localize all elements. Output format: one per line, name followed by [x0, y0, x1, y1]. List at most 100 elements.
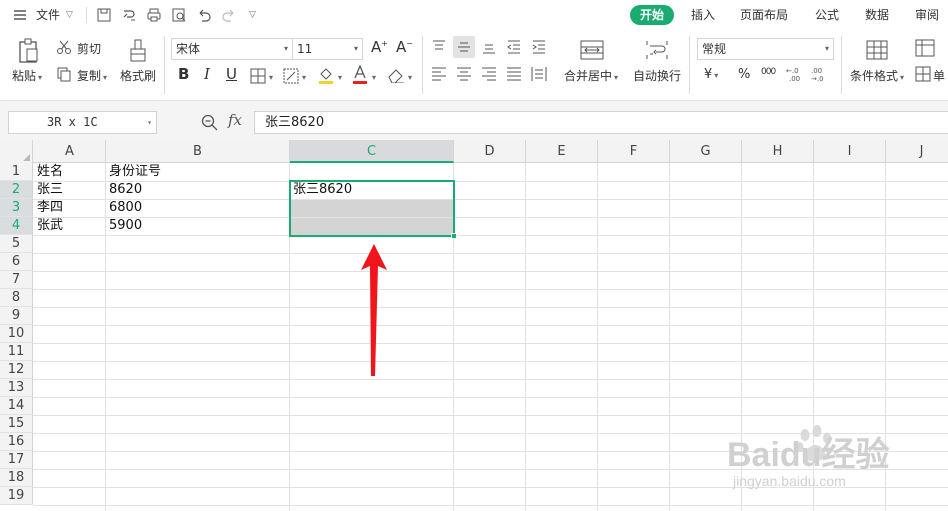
formula-input[interactable]: 张三8620	[254, 111, 948, 134]
align-bottom-icon[interactable]	[481, 40, 497, 54]
cut-button[interactable]: 剪切	[77, 40, 101, 57]
chevron-down-icon[interactable]: ▾	[267, 69, 273, 83]
cell-b4[interactable]: 5900	[106, 217, 142, 235]
font-size-select[interactable]: 11 ▾	[292, 38, 363, 60]
tab-insert[interactable]: 插入	[691, 5, 715, 25]
align-middle-icon[interactable]	[453, 36, 475, 58]
print-icon[interactable]	[146, 7, 162, 23]
row-header-3[interactable]: 3	[0, 199, 33, 217]
row-header-8[interactable]: 8	[0, 289, 33, 307]
tab-formulas[interactable]: 公式	[815, 5, 839, 25]
row-header-12[interactable]: 12	[0, 361, 33, 379]
cell-style-button[interactable]: 单	[933, 67, 945, 84]
tab-home[interactable]: 开始	[630, 5, 675, 25]
cell-a2[interactable]: 张三	[34, 181, 63, 199]
row-header-17[interactable]: 17	[0, 451, 33, 469]
copy-button[interactable]: 复制 ▾	[77, 67, 107, 84]
conditional-format-icon[interactable]	[866, 40, 888, 60]
align-top-icon[interactable]	[431, 40, 447, 54]
column-header-g[interactable]: G	[670, 140, 742, 163]
chevron-down-icon[interactable]: ▾	[336, 69, 342, 83]
bold-icon[interactable]: B	[178, 65, 189, 83]
column-header-c[interactable]: C	[290, 140, 454, 163]
tab-data[interactable]: 数据	[865, 5, 889, 25]
undo-export-icon[interactable]	[121, 7, 137, 23]
table-style-icon[interactable]	[915, 39, 935, 57]
chevron-down-icon[interactable]: ▾	[406, 69, 412, 83]
align-right-icon[interactable]	[481, 67, 497, 81]
italic-icon[interactable]: I	[204, 65, 210, 83]
align-left-icon[interactable]	[431, 67, 447, 81]
cell-a1[interactable]: 姓名	[34, 163, 63, 181]
decrease-indent-icon[interactable]	[506, 40, 522, 54]
row-header-9[interactable]: 9	[0, 307, 33, 325]
column-header-f[interactable]: F	[598, 140, 670, 163]
cell-b1[interactable]: 身份证号	[106, 163, 161, 181]
customize-toolbar-icon[interactable]: ▽	[249, 0, 256, 30]
tab-review[interactable]: 审阅	[915, 5, 939, 25]
undo-icon[interactable]	[196, 7, 212, 23]
zoom-search-icon[interactable]	[201, 114, 218, 131]
wrap-text-button[interactable]: 自动换行	[633, 67, 681, 84]
row-header-15[interactable]: 15	[0, 415, 33, 433]
fx-icon[interactable]: fx	[228, 111, 242, 129]
row-header-4[interactable]: 4	[0, 217, 33, 235]
select-all-corner[interactable]	[0, 140, 33, 163]
column-header-j[interactable]: J	[886, 140, 948, 163]
percent-icon[interactable]: %	[738, 67, 750, 82]
underline-icon[interactable]: U	[226, 65, 237, 83]
chevron-down-icon[interactable]: ▽	[66, 0, 73, 30]
fill-color-icon[interactable]	[318, 66, 334, 84]
column-header-b[interactable]: B	[106, 140, 290, 163]
row-header-18[interactable]: 18	[0, 469, 33, 487]
copy-icon[interactable]	[56, 66, 72, 82]
cell-style-button-icon[interactable]	[915, 66, 931, 82]
print-preview-icon[interactable]	[171, 7, 187, 23]
thousands-separator-icon[interactable]: 000	[761, 67, 776, 77]
column-header-d[interactable]: D	[454, 140, 526, 163]
row-header-1[interactable]: 1	[0, 163, 33, 181]
row-header-14[interactable]: 14	[0, 397, 33, 415]
decrease-decimal-icon[interactable]: .00 →.0	[811, 66, 829, 82]
cell-b3[interactable]: 6800	[106, 199, 142, 217]
column-header-h[interactable]: H	[742, 140, 814, 163]
decrease-font-icon[interactable]: A−	[396, 38, 413, 56]
spreadsheet-grid[interactable]: A B C D E F G H I J 1 2 3 4 5 6 7 8 9 10…	[0, 140, 948, 511]
cell-a4[interactable]: 张武	[34, 217, 63, 235]
font-name-select[interactable]: 宋体 ▾	[171, 38, 293, 60]
increase-indent-icon[interactable]	[531, 40, 547, 54]
row-header-5[interactable]: 5	[0, 235, 33, 253]
chevron-down-icon[interactable]: ▾	[370, 69, 376, 83]
row-header-11[interactable]: 11	[0, 343, 33, 361]
format-painter-button[interactable]: 格式刷	[120, 67, 156, 84]
merge-center-icon[interactable]	[580, 40, 604, 60]
merge-center-button[interactable]: 合并居中 ▾	[564, 67, 618, 84]
increase-decimal-icon[interactable]: ←.0.00	[786, 66, 804, 82]
currency-button[interactable]: ¥ ▾	[704, 67, 718, 82]
file-menu[interactable]: 文件	[36, 0, 60, 30]
cell-b2[interactable]: 8620	[106, 181, 142, 199]
distributed-align-icon[interactable]	[531, 66, 547, 82]
menu-icon[interactable]	[12, 7, 28, 23]
number-format-select[interactable]: 常规 ▾	[697, 38, 834, 60]
column-header-i[interactable]: I	[814, 140, 886, 163]
column-header-e[interactable]: E	[526, 140, 598, 163]
fill-handle[interactable]	[451, 233, 457, 239]
row-header-6[interactable]: 6	[0, 253, 33, 271]
scissors-icon[interactable]	[56, 39, 72, 55]
row-header-7[interactable]: 7	[0, 271, 33, 289]
redo-icon[interactable]	[221, 7, 237, 23]
wrap-text-icon[interactable]	[645, 40, 669, 60]
row-header-16[interactable]: 16	[0, 433, 33, 451]
column-header-a[interactable]: A	[34, 140, 106, 163]
name-box[interactable]: 3R x 1C ▾	[8, 111, 157, 134]
eraser-icon[interactable]	[387, 67, 405, 83]
tab-page-layout[interactable]: 页面布局	[740, 5, 788, 25]
cell-style-icon[interactable]	[283, 68, 299, 84]
row-header-13[interactable]: 13	[0, 379, 33, 397]
increase-font-icon[interactable]: A+	[371, 38, 388, 56]
row-header-10[interactable]: 10	[0, 325, 33, 343]
align-center-icon[interactable]	[456, 67, 472, 81]
conditional-format-button[interactable]: 条件格式 ▾	[850, 67, 904, 84]
format-painter-icon[interactable]	[128, 38, 148, 64]
